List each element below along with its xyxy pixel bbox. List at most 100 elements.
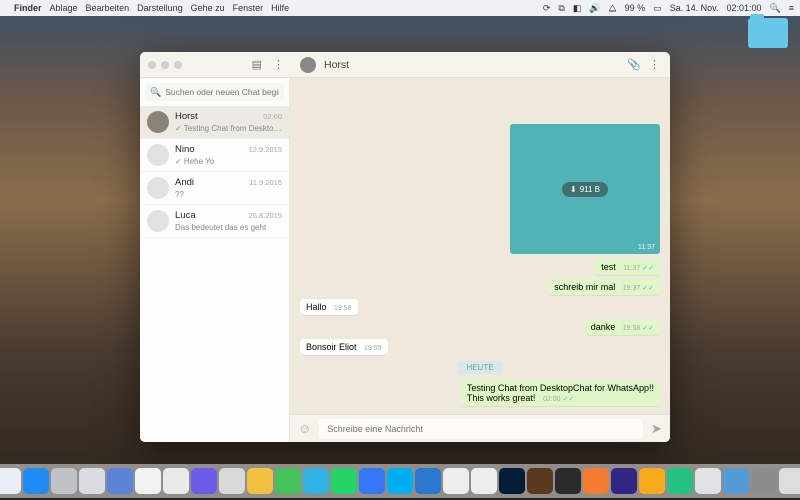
dock-app-icon[interactable] <box>163 468 189 494</box>
search-box[interactable]: 🔍 <box>145 83 284 101</box>
chat-name: Andi <box>175 177 194 188</box>
dock-app-icon[interactable] <box>639 468 665 494</box>
dock-app-icon[interactable] <box>499 468 525 494</box>
message-text: Testing Chat from DesktopChat for WhatsA… <box>467 383 654 403</box>
menu-icon[interactable]: ⋮ <box>273 58 284 71</box>
desktopchat-window: ▤ ⋮ Horst 📎 ⋮ 🔍 Horst 02:00 ✓ Testing Ch… <box>140 52 670 442</box>
menu-item[interactable]: Hilfe <box>271 3 289 13</box>
wifi-icon[interactable]: ⧋ <box>609 3 617 14</box>
close-icon[interactable] <box>148 61 156 69</box>
dock <box>0 464 800 498</box>
dock-app-icon[interactable] <box>555 468 581 494</box>
message-time: 19:37 <box>623 285 641 292</box>
menu-time[interactable]: 02:01:00 <box>726 3 761 13</box>
dock-app-icon[interactable] <box>23 468 49 494</box>
menu-item[interactable]: Ablage <box>50 3 78 13</box>
status-icon[interactable]: ⟳ <box>543 3 551 14</box>
battery-percent[interactable]: 99 % <box>625 3 646 13</box>
file-size: 911 B <box>580 185 600 194</box>
dock-app-icon[interactable] <box>191 468 217 494</box>
minimize-icon[interactable] <box>161 61 169 69</box>
menu-item[interactable]: Gehe zu <box>191 3 225 13</box>
composer: ☺ ➤ <box>290 414 670 442</box>
traffic-lights[interactable] <box>148 61 182 69</box>
dock-app-icon[interactable] <box>107 468 133 494</box>
desktop-folder-icon[interactable] <box>748 18 788 48</box>
search-input[interactable] <box>165 87 279 97</box>
menu-item[interactable]: Darstellung <box>137 3 183 13</box>
battery-icon[interactable]: ▭ <box>653 3 662 14</box>
dock-app-icon[interactable] <box>275 468 301 494</box>
chat-list: Horst 02:00 ✓ Testing Chat from DesktopC… <box>140 106 289 442</box>
message-text: Bonsoir Eliot <box>306 342 357 352</box>
read-ticks-icon: ✓✓ <box>642 285 654 292</box>
macos-menubar: Finder Ablage Bearbeiten Darstellung Geh… <box>0 0 800 16</box>
chat-list-item[interactable]: Horst 02:00 ✓ Testing Chat from DesktopC… <box>140 106 289 139</box>
attach-icon[interactable]: 📎 <box>627 58 641 71</box>
chat-menu-icon[interactable]: ⋮ <box>649 58 660 71</box>
zoom-icon[interactable] <box>174 61 182 69</box>
chat-preview: ✓ Hehe Yo <box>175 157 282 166</box>
read-ticks-icon: ✓✓ <box>642 325 654 332</box>
dock-app-icon[interactable] <box>219 468 245 494</box>
spotlight-icon[interactable]: 🔍 <box>770 3 781 14</box>
volume-icon[interactable]: 🔊 <box>589 3 600 14</box>
message-bubble[interactable]: Testing Chat from DesktopChat for WhatsA… <box>461 380 660 406</box>
message-input[interactable] <box>319 419 643 439</box>
download-button[interactable]: ⬇911 B <box>562 182 608 197</box>
avatar <box>147 144 169 166</box>
chat-name: Nino <box>175 144 195 155</box>
menu-date[interactable]: Sa. 14. Nov. <box>670 3 719 13</box>
dock-app-icon[interactable] <box>527 468 553 494</box>
dock-app-icon[interactable] <box>331 468 357 494</box>
dock-app-icon[interactable] <box>135 468 161 494</box>
chat-list-item[interactable]: Nino 12.9.2015 ✓ Hehe Yo <box>140 139 289 172</box>
message-bubble[interactable]: Bonsoir Eliot 19:59 <box>300 339 388 355</box>
chat-avatar[interactable] <box>300 57 316 73</box>
active-app-name[interactable]: Finder <box>14 3 42 13</box>
dock-app-icon[interactable] <box>303 468 329 494</box>
download-icon: ⬇ <box>570 185 577 194</box>
status-icon[interactable]: ◧ <box>573 3 582 14</box>
message-bubble[interactable]: schreib mir mal 19:37✓✓ <box>548 279 660 295</box>
chat-preview: ✓ Testing Chat from DesktopChat … <box>175 124 282 133</box>
message-bubble[interactable]: test 11:37✓✓ <box>595 259 660 275</box>
dock-app-icon[interactable] <box>359 468 385 494</box>
message-time: 19:58 <box>623 325 641 332</box>
emoji-icon[interactable]: ☺ <box>298 421 311 436</box>
dock-app-icon[interactable] <box>695 468 721 494</box>
dock-app-icon[interactable] <box>583 468 609 494</box>
dock-app-icon[interactable] <box>79 468 105 494</box>
dock-app-icon[interactable] <box>387 468 413 494</box>
new-chat-icon[interactable]: ▤ <box>252 58 262 71</box>
chat-list-item[interactable]: Luca 26.8.2015 Das bedeutet das es geht <box>140 205 289 238</box>
dock-app-icon[interactable] <box>751 468 777 494</box>
message-time: 11:37 <box>638 244 655 251</box>
dock-app-icon[interactable] <box>471 468 497 494</box>
dock-app-icon[interactable] <box>443 468 469 494</box>
notifications-icon[interactable]: ≡ <box>789 3 794 13</box>
menu-item[interactable]: Bearbeiten <box>86 3 130 13</box>
message-time: 19:59 <box>364 345 382 352</box>
menu-item[interactable]: Fenster <box>233 3 264 13</box>
dock-app-icon[interactable] <box>611 468 637 494</box>
send-icon[interactable]: ➤ <box>651 421 662 437</box>
dock-app-icon[interactable] <box>51 468 77 494</box>
dock-app-icon[interactable] <box>415 468 441 494</box>
message-bubble[interactable]: Hallo 19:58 <box>300 299 358 315</box>
image-message[interactable]: ⬇911 B 11:37 <box>510 124 660 254</box>
message-text: danke <box>591 322 616 332</box>
dock-app-icon[interactable] <box>247 468 273 494</box>
message-bubble[interactable]: danke 19:58✓✓ <box>585 319 660 335</box>
chat-list-item[interactable]: Andi 11.9.2015 ?? <box>140 172 289 205</box>
window-titlebar: ▤ ⋮ Horst 📎 ⋮ <box>140 52 670 78</box>
chat-name: Horst <box>175 111 198 122</box>
avatar <box>147 210 169 232</box>
dock-app-icon[interactable] <box>0 468 21 494</box>
dock-app-icon[interactable] <box>667 468 693 494</box>
chat-time: 12.9.2015 <box>249 145 282 154</box>
dropbox-icon[interactable]: ⧉ <box>558 3 564 14</box>
dock-app-icon[interactable] <box>723 468 749 494</box>
dock-app-icon[interactable] <box>779 468 800 494</box>
message-scroll[interactable]: ⬇911 B 11:37 test 11:37✓✓ schreib mir ma… <box>290 78 670 414</box>
